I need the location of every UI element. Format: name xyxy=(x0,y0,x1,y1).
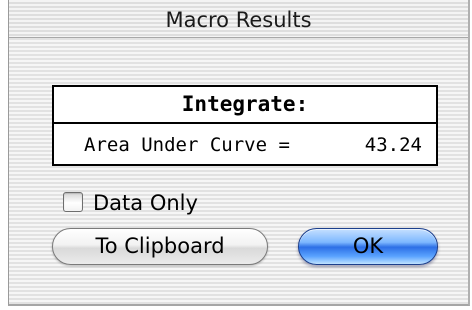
data-only-label[interactable]: Data Only xyxy=(93,190,198,216)
results-heading: Integrate: xyxy=(54,87,436,124)
data-only-checkbox[interactable] xyxy=(63,192,83,212)
window-title: Macro Results xyxy=(165,8,312,32)
result-row: Area Under Curve = 43.24 xyxy=(54,126,436,164)
results-panel: Integrate: Area Under Curve = 43.24 xyxy=(52,85,438,166)
to-clipboard-button[interactable]: To Clipboard xyxy=(52,228,268,265)
macro-results-dialog: Macro Results Integrate: Area Under Curv… xyxy=(8,0,470,306)
result-value: 43.24 xyxy=(364,134,422,156)
title-bar[interactable]: Macro Results xyxy=(9,0,468,38)
ok-button[interactable]: OK xyxy=(298,228,438,265)
result-label: Area Under Curve = xyxy=(84,134,290,156)
